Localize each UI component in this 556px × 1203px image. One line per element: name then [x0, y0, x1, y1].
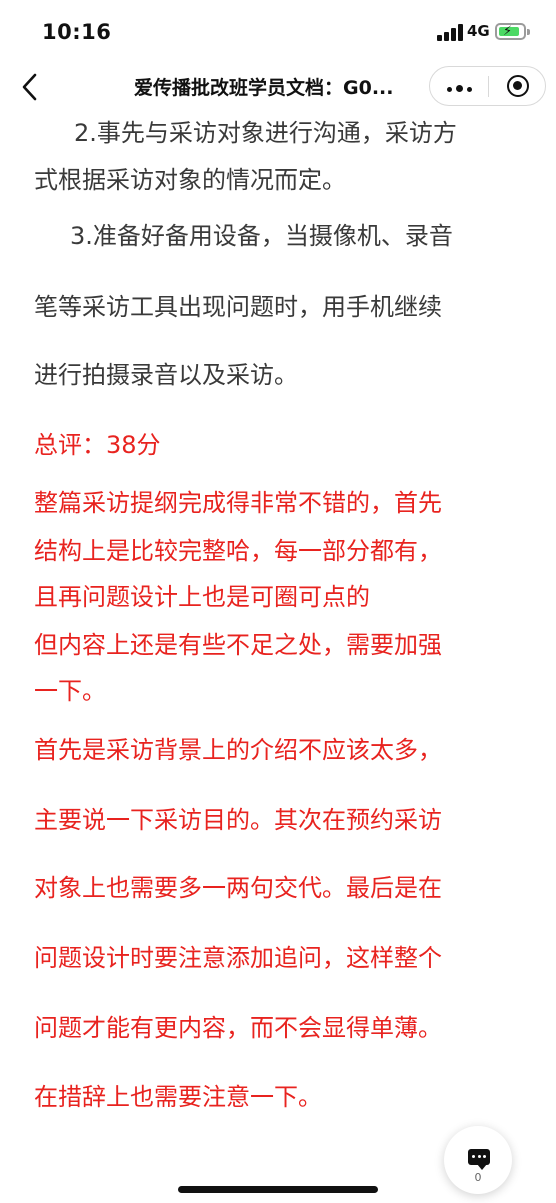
mini-program-close-icon — [506, 75, 529, 97]
review-line: 且再问题设计上也是可圈可点的 — [34, 583, 370, 611]
comment-button[interactable]: 0 — [444, 1126, 512, 1194]
back-button[interactable] — [16, 68, 46, 106]
review-line: 问题设计时要注意添加追问，这样整个 — [34, 944, 442, 972]
total-score: 总评：38分 — [34, 431, 161, 459]
article-line: 进行拍摄录音以及采访。 — [34, 361, 298, 389]
comment-icon — [468, 1149, 490, 1170]
article-line: 2.事先与采访对象进行沟通，采访方 — [74, 119, 457, 147]
home-indicator[interactable] — [178, 1186, 378, 1193]
article-line: 笔等采访工具出现问题时，用手机继续 — [34, 293, 442, 321]
review-line: 整篇采访提纲完成得非常不错的，首先 — [34, 489, 442, 517]
battery-icon: ⚡ — [495, 23, 530, 40]
review-line: 首先是采访背景上的介绍不应该太多， — [34, 736, 442, 764]
status-bar: 10:16 4G ⚡ — [0, 0, 556, 62]
review-line: 问题才能有更内容，而不会显得单薄。 — [34, 1014, 442, 1042]
review-line: 对象上也需要多一两句交代。最后是在 — [34, 874, 442, 902]
nav-bar: 爱传播批改班学员文档：G0... — [0, 62, 556, 112]
status-time: 10:16 — [42, 20, 112, 44]
comment-count: 0 — [474, 1171, 482, 1184]
review-line: 一下。 — [34, 677, 106, 705]
review-line: 结构上是比较完整哈，每一部分都有， — [34, 537, 442, 565]
screen: 2.事先与采访对象进行沟通，采访方 式根据采访对象的情况而定。 3.准备好备用设… — [0, 0, 556, 1203]
more-button[interactable] — [430, 67, 488, 105]
chevron-left-icon — [22, 73, 37, 101]
article-line: 3.准备好备用设备，当摄像机、录音 — [70, 222, 453, 250]
close-button[interactable] — [489, 67, 546, 105]
page-title: 爱传播批改班学员文档：G0... — [134, 77, 394, 99]
more-dots-icon — [445, 77, 474, 96]
article-line: 式根据采访对象的情况而定。 — [34, 166, 346, 194]
review-line: 主要说一下采访目的。其次在预约采访 — [34, 806, 442, 834]
network-type: 4G — [467, 22, 490, 40]
signal-icon — [437, 24, 463, 41]
mini-program-capsule — [429, 66, 546, 106]
review-line: 但内容上还是有些不足之处，需要加强 — [34, 631, 442, 659]
review-line: 在措辞上也需要注意一下。 — [34, 1083, 322, 1111]
